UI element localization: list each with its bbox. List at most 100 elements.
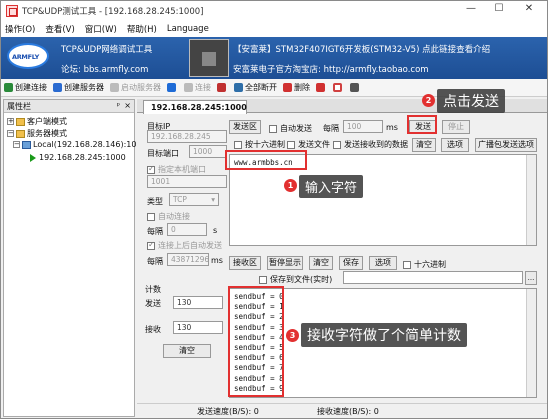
send-count-field: 130 [173, 296, 223, 309]
menu-operate[interactable]: 操作(O) [5, 23, 35, 35]
menu-language[interactable]: Language [167, 24, 209, 34]
banner[interactable]: ARMFLY TCP&UDP网络调试工具 论坛: bbs.armfly.com … [1, 37, 547, 79]
recv-scrollbar[interactable] [526, 289, 536, 397]
expand-icon[interactable]: + [7, 118, 14, 125]
delete-icon [283, 83, 292, 92]
connection-view: 目标IP 192.168.28.245 目标端口 1000 指定本机端口 100… [137, 114, 547, 402]
browse-button[interactable]: ... [525, 271, 537, 285]
menu-help[interactable]: 帮助(H) [127, 23, 157, 35]
delete-all-icon [316, 83, 325, 92]
connect-button[interactable]: 连接 [184, 82, 211, 93]
specify-local-port-checkbox[interactable]: 指定本机端口 [147, 164, 206, 175]
status-bar: 发送速度(B/S): 0 接收速度(B/S): 0 [137, 403, 547, 418]
recv-options-button[interactable]: 选项 [369, 256, 397, 270]
recv-highlight-box [228, 286, 284, 397]
send-options-button[interactable]: 选项 [441, 138, 469, 152]
banner-app-name: TCP&UDP网络调试工具 [61, 45, 153, 55]
clear-counter-button[interactable]: 清空 [163, 344, 211, 358]
window-title: TCP&UDP测试工具 - [192.168.28.245:1000] [22, 7, 204, 17]
panel-close-icon[interactable]: × [124, 101, 131, 110]
tree-item-local-server[interactable]: − Local(192.168.28.146):1001 [13, 140, 147, 149]
recv-save-button[interactable]: 保存 [339, 256, 363, 270]
board-image [189, 39, 229, 77]
create-server-button[interactable]: 创建服务器 [53, 82, 104, 93]
auto-send-checkbox[interactable]: 自动发送 [269, 123, 312, 134]
recv-count-field: 130 [173, 321, 223, 334]
auto-send-interval-label: 每隔 [147, 257, 163, 266]
send-interval-label: 每隔 [323, 124, 339, 133]
recv-clear-button[interactable]: 清空 [309, 256, 333, 270]
counter-title: 计数 [145, 285, 161, 294]
step-3-callout: 接收字符做了个简单计数 [301, 323, 467, 347]
auto-send-after-connect-checkbox[interactable]: 连接上后自动发送 [147, 240, 222, 251]
local-port-field[interactable]: 1001 [147, 175, 227, 188]
tab-connection[interactable]: 192.168.28.245:1000 [143, 100, 247, 114]
seconds-unit: s [213, 226, 218, 235]
tree-item-remote-client[interactable]: 192.168.28.245:1000 [30, 153, 126, 162]
stop-server-button[interactable] [167, 83, 178, 92]
target-ip-field[interactable]: 192.168.28.245 [147, 130, 227, 143]
collapse-icon[interactable]: − [7, 130, 14, 137]
app-window: TCP&UDP测试工具 - [192.168.28.245:1000] — ☐ … [0, 0, 548, 419]
folder-icon [16, 117, 25, 126]
close-button[interactable]: ✕ [521, 3, 537, 14]
send-clear-button[interactable]: 清空 [412, 138, 436, 152]
recv-area-button[interactable]: 接收区 [229, 256, 261, 270]
reconnect-interval-label: 每隔 [147, 227, 163, 236]
save-to-file-checkbox[interactable]: 保存到文件(实时) [259, 274, 332, 285]
pause-display-button[interactable]: 暂停显示 [267, 256, 303, 270]
target-port-field[interactable]: 1000 [189, 145, 227, 158]
menu-window[interactable]: 窗口(W) [85, 23, 117, 35]
armfly-logo: ARMFLY [7, 43, 49, 69]
disconnect-all-button[interactable]: 全部断开 [234, 82, 277, 93]
delete-button[interactable]: 删除 [283, 82, 310, 93]
broadcast-options-button[interactable]: 广播包发送选项 [475, 138, 537, 152]
send-received-checkbox[interactable]: 发送接收到的数据 [333, 139, 408, 150]
menu-view[interactable]: 查看(V) [45, 23, 74, 35]
ms-unit: ms [211, 256, 223, 265]
type-label: 类型 [147, 197, 163, 206]
connection-icon [4, 83, 13, 92]
stop-server-icon [167, 83, 176, 92]
save-file-path-field[interactable] [343, 271, 523, 284]
title-bar: TCP&UDP测试工具 - [192.168.28.245:1000] — ☐ … [1, 1, 547, 21]
send-scrollbar[interactable] [526, 155, 536, 245]
minimize-button[interactable]: — [463, 3, 479, 14]
banner-board-link[interactable]: 【安富莱】STM32F407IGT6开发板(STM32-V5) 点此链接查看介绍 [233, 43, 490, 55]
input-highlight-box [225, 150, 307, 170]
banner-shop-link[interactable]: 安富莱电子官方淘宝店: http://armfly.taobao.com [233, 63, 429, 75]
reconnect-interval-field[interactable]: 0 [167, 223, 207, 236]
send-file-checkbox[interactable]: 发送文件 [287, 139, 330, 150]
tree-item-server-mode[interactable]: − 服务器模式 [7, 128, 67, 139]
start-server-button[interactable]: 启动服务器 [110, 82, 161, 93]
property-panel-title: 属性栏 [7, 102, 31, 111]
collapse-icon[interactable]: − [13, 141, 20, 148]
stop-icon-button[interactable] [333, 83, 344, 92]
step-1-callout: 输入字符 [299, 175, 364, 198]
connect-icon [184, 83, 193, 92]
pin-icon[interactable]: ᵖ [117, 101, 120, 110]
type-select[interactable]: TCP ▾ [169, 193, 219, 206]
send-area-button[interactable]: 发送区 [229, 120, 261, 134]
disconnect-button[interactable] [217, 83, 228, 92]
stop-send-button[interactable]: 停止 [442, 120, 470, 134]
stop-icon [333, 83, 342, 92]
banner-forum[interactable]: 论坛: bbs.armfly.com [61, 63, 148, 75]
send-speed: 发送速度(B/S): 0 [197, 407, 259, 416]
delete-all-button[interactable] [316, 83, 327, 92]
about-button[interactable] [350, 83, 361, 92]
disconnect-icon [217, 83, 226, 92]
maximize-button[interactable]: ☐ [491, 3, 507, 14]
disconnect-all-icon [234, 83, 243, 92]
auto-send-interval-field[interactable]: 43871296 [167, 253, 209, 266]
send-interval-field[interactable]: 100 [343, 120, 383, 133]
menu-bar: 操作(O) 查看(V) 窗口(W) 帮助(H) Language [1, 21, 547, 37]
tree-item-client-mode[interactable]: + 客户端模式 [7, 116, 67, 127]
create-connection-button[interactable]: 创建连接 [4, 82, 47, 93]
send-count-label: 发送 [145, 299, 161, 308]
hex-send-checkbox[interactable]: 按十六进制 [234, 139, 285, 150]
server-icon [53, 83, 62, 92]
auto-connect-checkbox[interactable]: 自动连接 [147, 211, 190, 222]
hex-display-checkbox[interactable]: 十六进制 [403, 259, 446, 270]
target-port-label: 目标端口 [147, 149, 179, 158]
